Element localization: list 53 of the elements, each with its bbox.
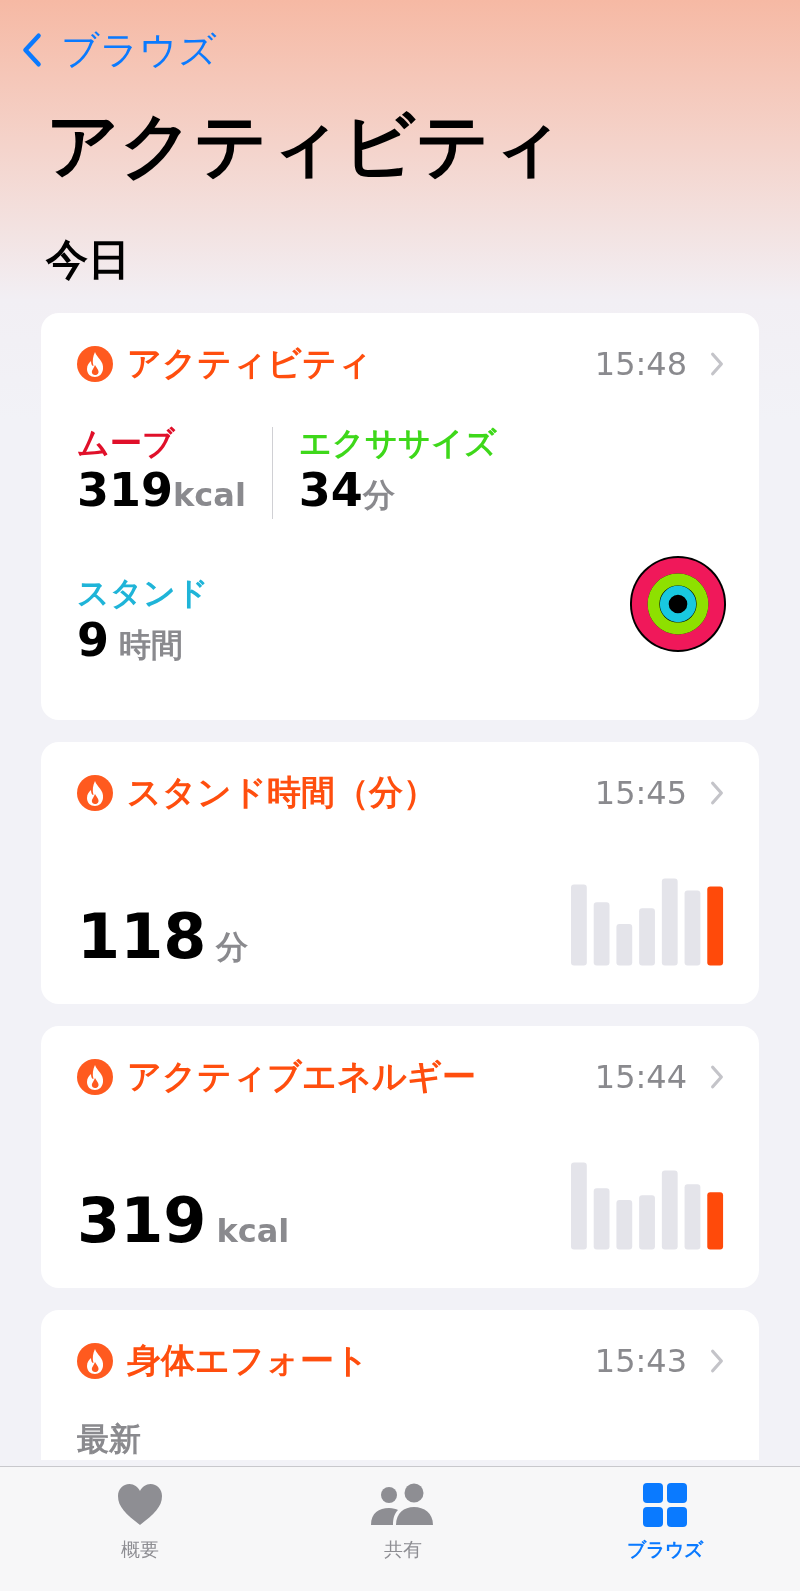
bar — [639, 908, 655, 966]
card-title: 身体エフォート — [127, 1339, 370, 1383]
back-button[interactable]: ブラウズ — [21, 22, 217, 78]
bar — [707, 1192, 724, 1250]
tab[interactable]: ブラウズ — [605, 1467, 725, 1591]
metric-label: エクササイズ — [298, 423, 497, 464]
heart-icon — [116, 1483, 164, 1527]
metric-label: ムーブ — [77, 423, 176, 464]
chevron-right-icon — [709, 351, 725, 378]
card-title: アクティブエネルギー — [127, 1055, 477, 1099]
chevron-right-icon — [709, 1348, 725, 1375]
bar — [593, 1188, 610, 1250]
metric-unit: 分 — [362, 475, 395, 517]
grid-icon — [643, 1483, 687, 1527]
metric-value: 34 — [298, 463, 363, 519]
activity-rings-icon — [629, 554, 727, 653]
tab[interactable]: 概要 — [80, 1467, 200, 1591]
card-unit: kcal — [216, 1212, 290, 1250]
metric-unit: kcal — [173, 476, 246, 515]
card-time: 15:48 — [594, 345, 687, 384]
back-chevron-icon — [21, 30, 43, 70]
activity-card[interactable]: スタンド時間（分） 15:45 118 分 — [41, 742, 759, 1005]
flame-icon — [77, 775, 113, 812]
bar — [593, 902, 610, 966]
activity-card[interactable]: アクティビティ 15:48 ムーブ 319kcal エクササイズ 34分 スタンド 9 時間 — [41, 313, 759, 721]
people-icon — [370, 1483, 435, 1527]
bar — [616, 1200, 633, 1250]
chevron-right-icon — [709, 1064, 725, 1091]
bar — [639, 1195, 655, 1250]
page-title: アクティビティ — [46, 106, 565, 186]
flame-icon — [77, 1059, 113, 1096]
section-heading: 今日 — [46, 237, 131, 284]
activity-card[interactable]: アクティブエネルギー 15:44 319 kcal — [41, 1026, 759, 1289]
latest-label: 最新 — [77, 1420, 141, 1459]
card-title: スタンド時間（分） — [127, 771, 438, 815]
metric-value: 319 — [77, 463, 174, 519]
card-time: 15:43 — [594, 1342, 687, 1381]
bar — [684, 1184, 701, 1250]
metric-label: スタンド — [77, 573, 209, 614]
activity-card[interactable]: 身体エフォート 15:43 最新 — [41, 1310, 759, 1461]
bar — [616, 924, 633, 966]
flame-icon — [77, 346, 113, 383]
card-value: 319 — [77, 1184, 207, 1259]
card-time: 15:45 — [594, 774, 687, 813]
card-unit: 分 — [216, 927, 249, 968]
card-time: 15:44 — [594, 1058, 687, 1097]
card-value: 118 — [77, 900, 207, 975]
flame-icon — [77, 1343, 113, 1380]
metric-unit: 時間 — [119, 625, 183, 667]
tab[interactable]: 共有 — [342, 1467, 463, 1591]
chevron-right-icon — [709, 780, 725, 807]
card-title: アクティビティ — [127, 342, 373, 386]
metric-value: 9 — [77, 613, 109, 669]
